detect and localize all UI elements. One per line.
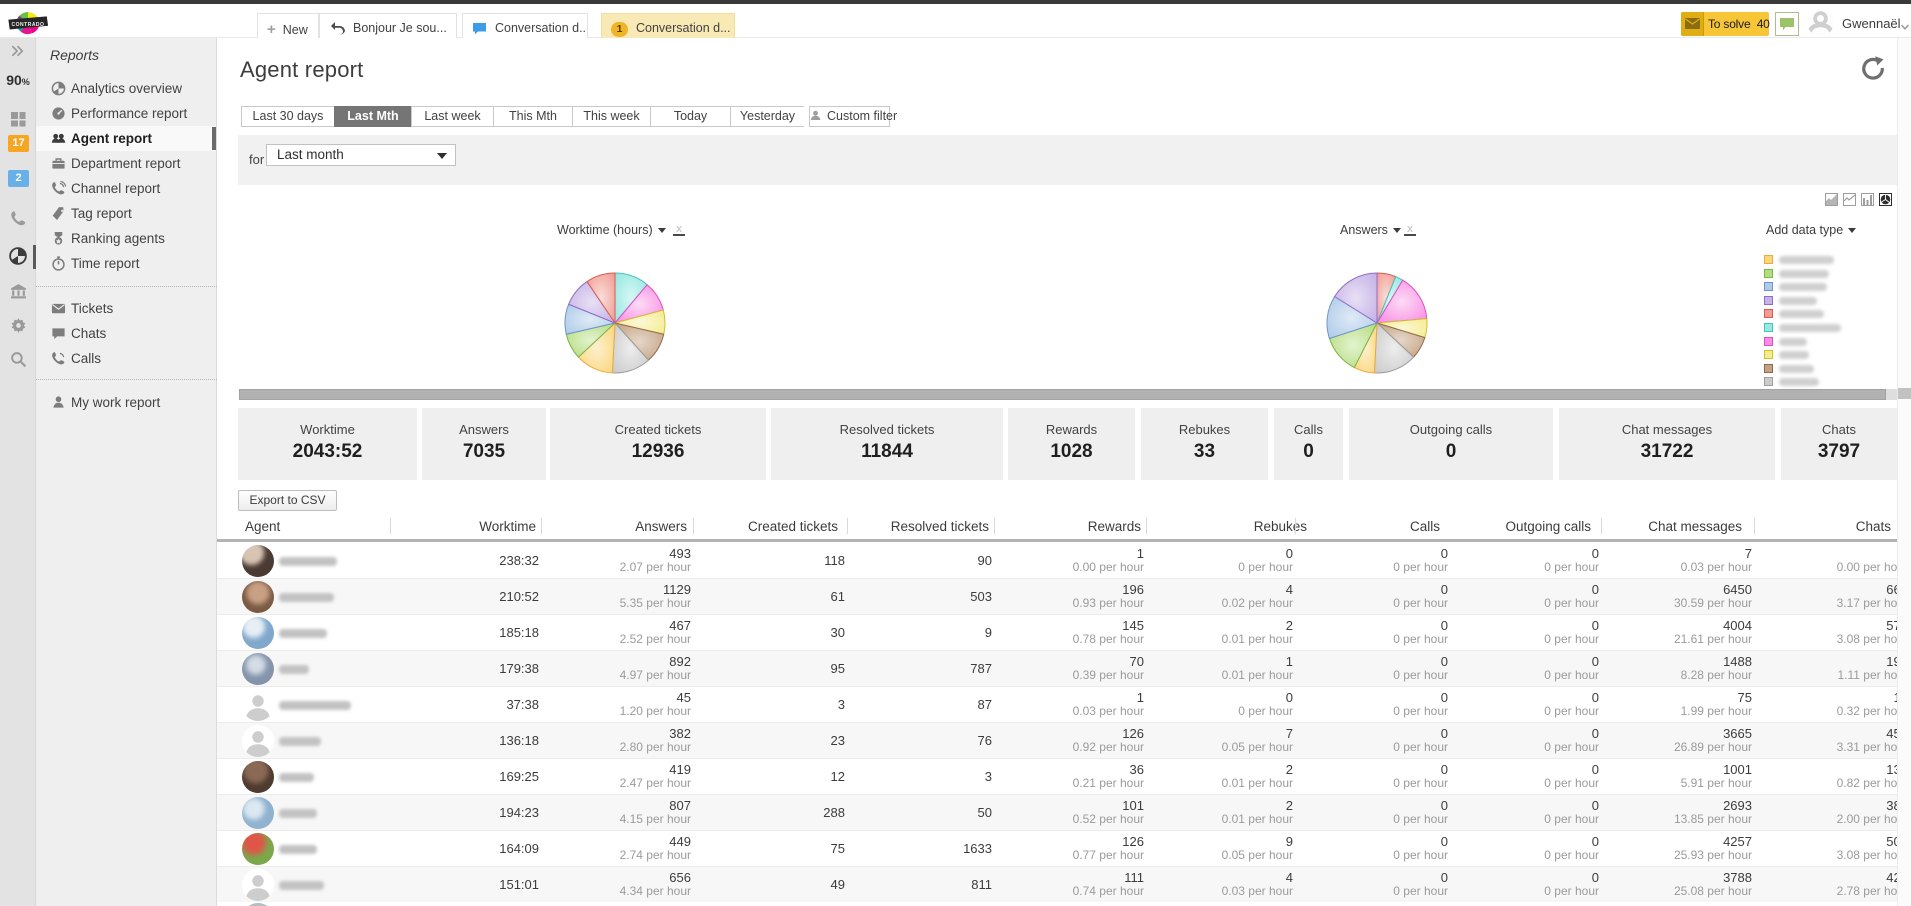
svg-text:CONTRADO: CONTRADO (12, 22, 45, 28)
